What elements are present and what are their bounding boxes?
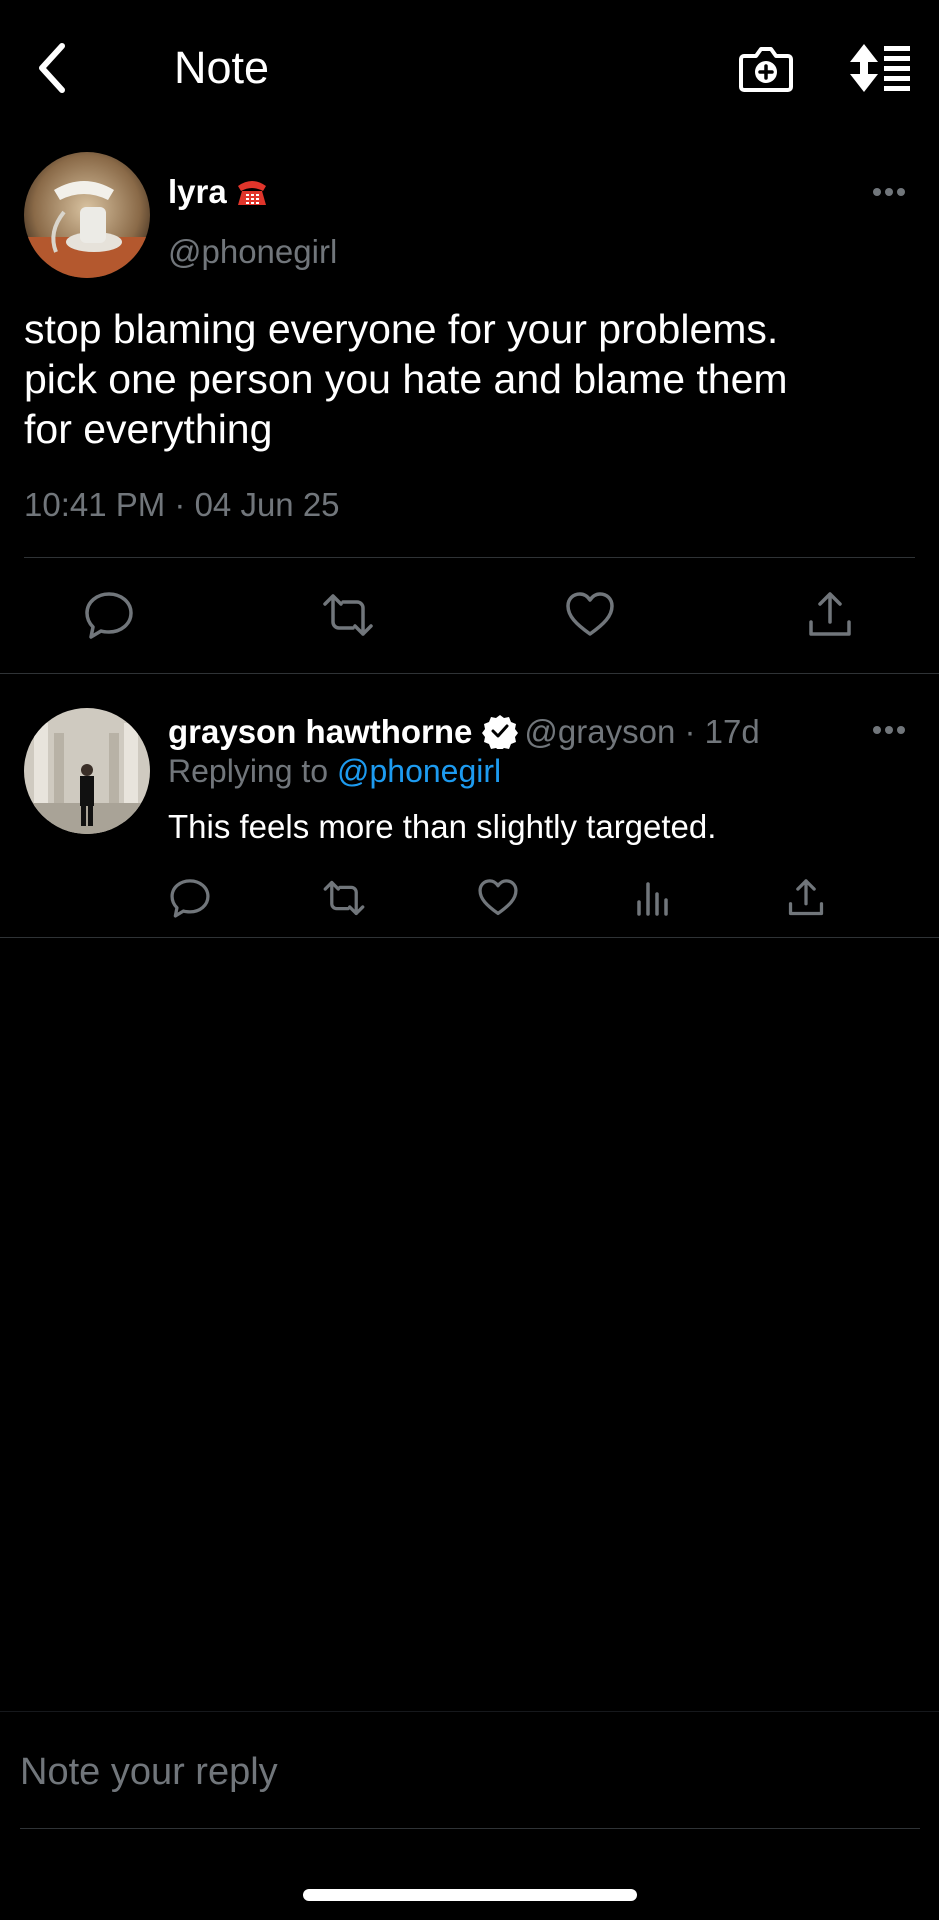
note-timestamp: 10:41 PM · 04 Jun 25 — [24, 486, 340, 523]
reply-icon — [85, 592, 133, 639]
telephone-emoji-icon — [235, 177, 269, 207]
reply-age: · 17d — [684, 713, 760, 750]
share-button[interactable] — [803, 588, 857, 642]
like-icon — [566, 592, 614, 636]
reply-button[interactable] — [82, 588, 136, 642]
divider — [20, 1828, 920, 1829]
author-name[interactable]: lyra — [168, 172, 269, 212]
repost-button[interactable] — [321, 588, 375, 642]
repost-icon — [323, 880, 365, 916]
views-icon — [637, 882, 668, 916]
divider — [0, 1711, 939, 1712]
reply-header: grayson hawthorne @grayson · 17d — [168, 711, 760, 753]
reply-author-name[interactable]: grayson hawthorne — [168, 713, 472, 750]
repost-icon — [323, 594, 373, 636]
like-button[interactable] — [563, 588, 617, 642]
chevron-left-icon — [39, 43, 65, 93]
sort-list-icon — [850, 44, 910, 92]
avatar[interactable] — [24, 152, 150, 278]
share-icon — [788, 879, 824, 916]
note-text: stop blaming everyone for your problems.… — [24, 306, 788, 452]
author-name-text: lyra — [168, 173, 227, 210]
divider — [24, 557, 915, 558]
avatar[interactable] — [24, 708, 150, 834]
more-dots-icon — [873, 726, 905, 734]
divider — [0, 673, 939, 674]
sort-replies-button[interactable] — [850, 42, 912, 94]
camera-add-icon — [739, 47, 793, 92]
avatar-image — [24, 708, 150, 834]
replying-to: Replying to @phonegirl — [168, 751, 501, 791]
mention-link[interactable]: @phonegirl — [337, 753, 501, 789]
camera-button[interactable] — [738, 40, 794, 96]
author-handle[interactable]: @phonegirl — [168, 232, 337, 272]
more-options-button[interactable] — [872, 724, 906, 736]
views-button[interactable] — [631, 876, 675, 920]
reply-text: This feels more than slightly targeted. — [168, 808, 717, 845]
like-icon — [478, 879, 518, 916]
page-title: Note — [174, 42, 270, 93]
reply-input[interactable]: Note your reply — [20, 1749, 278, 1795]
like-button[interactable] — [476, 876, 520, 920]
more-dots-icon — [873, 188, 905, 196]
avatar-image — [24, 152, 150, 278]
reply-icon — [170, 879, 210, 918]
replying-to-prefix: Replying to — [168, 753, 329, 789]
home-indicator[interactable] — [303, 1889, 637, 1901]
more-options-button[interactable] — [872, 186, 906, 198]
share-button[interactable] — [784, 876, 828, 920]
verified-badge-icon — [482, 713, 519, 749]
share-icon — [809, 592, 851, 636]
reply-author-handle[interactable]: @grayson — [524, 713, 675, 750]
reply-button[interactable] — [168, 876, 212, 920]
repost-button[interactable] — [322, 876, 366, 920]
back-button[interactable] — [32, 42, 74, 94]
divider — [0, 937, 939, 938]
